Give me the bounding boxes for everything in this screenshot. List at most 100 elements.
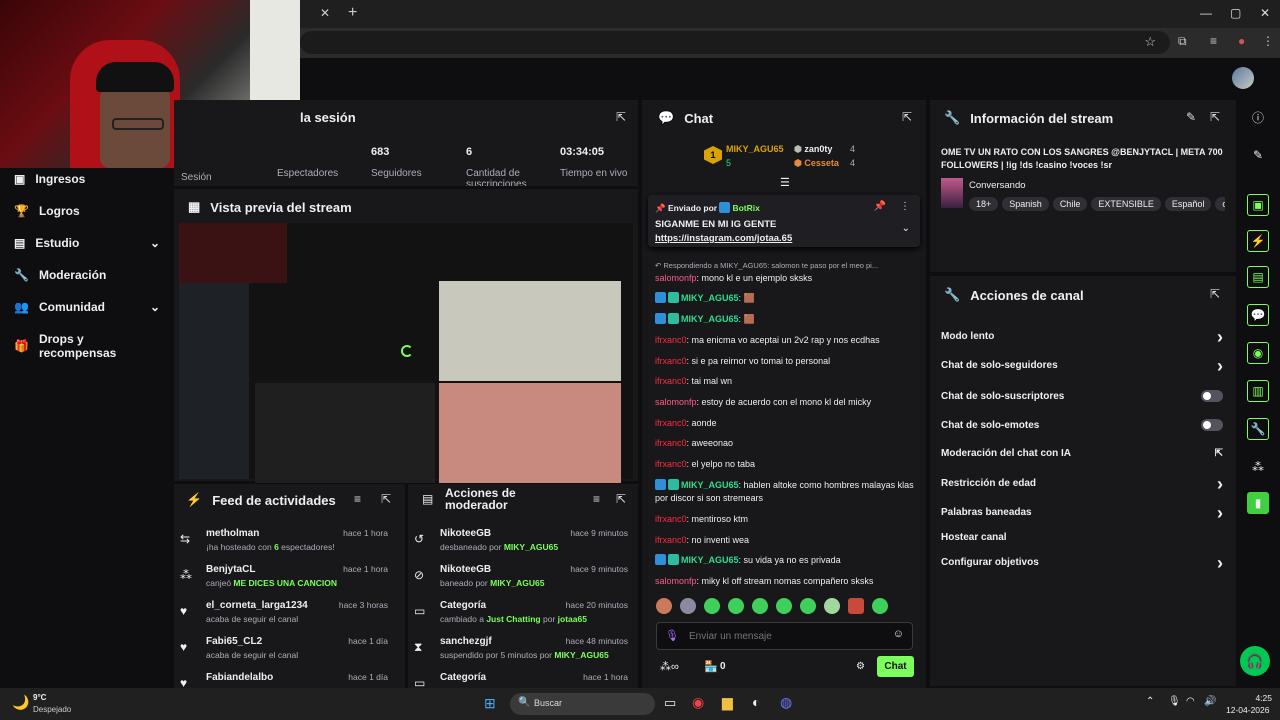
new-tab-button[interactable]: + <box>348 4 357 22</box>
mod-action-item[interactable]: ⊘ NikoteeGB baneado por MIKY_AGU65 hace 9 m… <box>414 564 634 588</box>
extension-icon[interactable]: ▮ <box>1247 492 1269 514</box>
tag[interactable]: Español <box>1164 197 1212 211</box>
tag[interactable]: Chile <box>1052 197 1088 211</box>
category-boxart[interactable] <box>941 178 963 208</box>
channel-action-row[interactable]: Hostear canal <box>941 532 1223 543</box>
chat-username[interactable]: salomonfp <box>655 397 697 407</box>
broadcast-icon[interactable]: ◉ <box>1247 342 1269 364</box>
vip-badge-icon[interactable] <box>655 554 666 565</box>
mod-action-item[interactable]: ▭ Categoría cambiado a Just Chatting por j… <box>414 600 634 624</box>
chat-input[interactable] <box>689 627 879 645</box>
mod-action-item[interactable]: ↺ NikoteeGB desbaneado por MIKY_AGU65 hace … <box>414 528 634 552</box>
wifi-icon[interactable]: ◠ <box>1186 696 1195 707</box>
clock-time[interactable]: 4:25 <box>1246 693 1272 703</box>
mod-badge-icon[interactable] <box>668 292 679 303</box>
feed-item[interactable]: ♥ el_corneta_larga1234 acaba de seguir el … <box>180 600 394 624</box>
popout-icon[interactable]: ⇱ <box>1210 110 1220 124</box>
feed-item[interactable]: ⁂ BenjytaCL canjeó ME DICES UNA CANCION hac… <box>180 564 394 588</box>
layout-icon[interactable]: ▥ <box>1247 380 1269 402</box>
top3-name[interactable]: ⬢ Cesseta <box>794 158 839 169</box>
nav-ingresos[interactable]: ▣ Ingresos <box>14 172 160 186</box>
mod-badge-icon[interactable] <box>668 313 679 324</box>
chrome-icon[interactable]: ◉ <box>692 694 704 711</box>
emoji-icon[interactable]: ☺ <box>893 628 904 640</box>
popout-icon[interactable]: ⇱ <box>616 492 626 506</box>
channel-action-row[interactable]: Configurar objetivos › <box>941 554 1223 572</box>
more-options-icon[interactable]: ⋮ <box>900 201 910 212</box>
tab-close-icon[interactable]: ✕ <box>320 6 330 20</box>
nav-moderacion[interactable]: 🔧 Moderación <box>14 268 160 282</box>
toggle-switch[interactable] <box>1201 419 1223 431</box>
settings-gear-icon[interactable]: ⚙ <box>856 661 865 672</box>
pinned-link[interactable]: https://instagram.com/jotaa.65 <box>655 233 792 244</box>
popout-icon[interactable]: ⇱ <box>616 110 626 124</box>
emote-7[interactable] <box>800 598 816 614</box>
mod-badge-icon[interactable] <box>668 479 679 490</box>
desc-highlight[interactable]: MIKY_AGU65 <box>554 650 608 660</box>
maximize-button[interactable]: ▢ <box>1230 6 1241 20</box>
desc-highlight[interactable]: Just Chatting <box>486 614 540 624</box>
tag[interactable]: c <box>1215 197 1225 211</box>
file-explorer-icon[interactable]: ▆ <box>722 694 733 711</box>
chat-username[interactable]: ifrxanc0 <box>655 335 687 345</box>
popout-icon[interactable]: ⇱ <box>902 110 912 124</box>
collapse-icon[interactable]: ☰ <box>780 176 790 189</box>
vip-badge-icon[interactable] <box>655 292 666 303</box>
tag[interactable]: EXTENSIBLE <box>1091 197 1161 211</box>
emote-1[interactable] <box>656 598 672 614</box>
feed-item[interactable]: ♥ Fabiandelalbo hace 1 día <box>180 672 394 690</box>
desc-highlight[interactable]: jotaa65 <box>558 614 587 624</box>
chat-username[interactable]: ifrxanc0 <box>655 514 687 524</box>
channel-action-row[interactable]: Chat de solo-seguidores › <box>941 357 1223 375</box>
channel-action-row[interactable]: Moderación del chat con IA ⇱ <box>941 448 1223 459</box>
chat-username[interactable]: MIKY_AGU65 <box>681 293 739 303</box>
emote-6[interactable] <box>776 598 792 614</box>
emote-5[interactable] <box>752 598 768 614</box>
category-name[interactable]: Conversando <box>969 180 1026 191</box>
unpin-icon[interactable]: 📌 <box>874 201 886 212</box>
clock-date[interactable]: 12-04-2026 <box>1226 705 1269 715</box>
chat-input-box[interactable]: 🎙 ☺ <box>656 622 913 650</box>
nav-logros[interactable]: 🏆 Logros <box>14 204 160 218</box>
microphone-icon[interactable]: 🎙 <box>665 629 679 642</box>
discord-icon[interactable]: ◍ <box>780 694 792 711</box>
nav-comunidad[interactable]: 👥 Comunidad ⌄ <box>14 300 160 314</box>
user-avatar[interactable] <box>1232 67 1254 89</box>
chat-username[interactable]: ifrxanc0 <box>655 438 687 448</box>
vip-badge-icon[interactable] <box>655 479 666 490</box>
tag[interactable]: 18+ <box>969 197 999 211</box>
profile-icon[interactable]: ● <box>1238 34 1245 48</box>
address-bar[interactable]: ☆ <box>300 31 1170 54</box>
chat-username[interactable]: MIKY_AGU65 <box>681 314 739 324</box>
task-view-icon[interactable]: ▭ <box>664 695 676 711</box>
chevron-down-icon[interactable]: ⌄ <box>902 223 910 234</box>
chat-username[interactable]: ifrxanc0 <box>655 418 687 428</box>
chat-icon[interactable]: 💬 <box>1247 304 1269 326</box>
channel-action-row[interactable]: Palabras baneadas › <box>941 504 1223 522</box>
emote-9[interactable] <box>848 598 864 614</box>
channel-action-row[interactable]: Chat de solo-suscriptores <box>941 390 1223 402</box>
mod-action-item[interactable]: ▭ Categoría hace 1 hora <box>414 672 634 690</box>
mod-badge-icon[interactable] <box>668 554 679 565</box>
info-icon[interactable]: ⓘ <box>1247 106 1269 128</box>
browser-menu-icon[interactable]: ⋮ <box>1262 34 1274 48</box>
pencil-icon[interactable]: ✎ <box>1247 144 1269 166</box>
popout-icon[interactable]: ⇱ <box>381 492 391 506</box>
chat-username[interactable]: ifrxanc0 <box>655 356 687 366</box>
chat-username[interactable]: MIKY_AGU65 <box>681 555 739 565</box>
mod-action-item[interactable]: ⧗ sanchezgjf suspendido por 5 minutos por … <box>414 636 634 660</box>
community-points-icon[interactable]: ⁂∞ <box>660 660 679 673</box>
clip-icon[interactable]: ▣ <box>1247 194 1269 216</box>
tag[interactable]: Spanish <box>1002 197 1049 211</box>
leader-name[interactable]: MIKY_AGU65 <box>726 144 784 154</box>
lightning-icon[interactable]: ⚡ <box>1247 230 1269 252</box>
wrench-icon[interactable]: 🔧 <box>1247 418 1269 440</box>
desc-highlight[interactable]: MIKY_AGU65 <box>490 578 544 588</box>
mic-tray-icon[interactable]: 🎙 <box>1168 696 1181 707</box>
chat-username[interactable]: MIKY_AGU65 <box>681 480 739 490</box>
nav-estudio[interactable]: ▤ Estudio ⌄ <box>14 236 160 250</box>
extensions-icon[interactable]: ⧉ <box>1178 34 1187 49</box>
preview-video[interactable] <box>179 223 633 483</box>
top2-name[interactable]: ⬢ zan0ty <box>794 144 832 155</box>
edit-pencil-icon[interactable]: ✎ <box>1186 110 1196 124</box>
